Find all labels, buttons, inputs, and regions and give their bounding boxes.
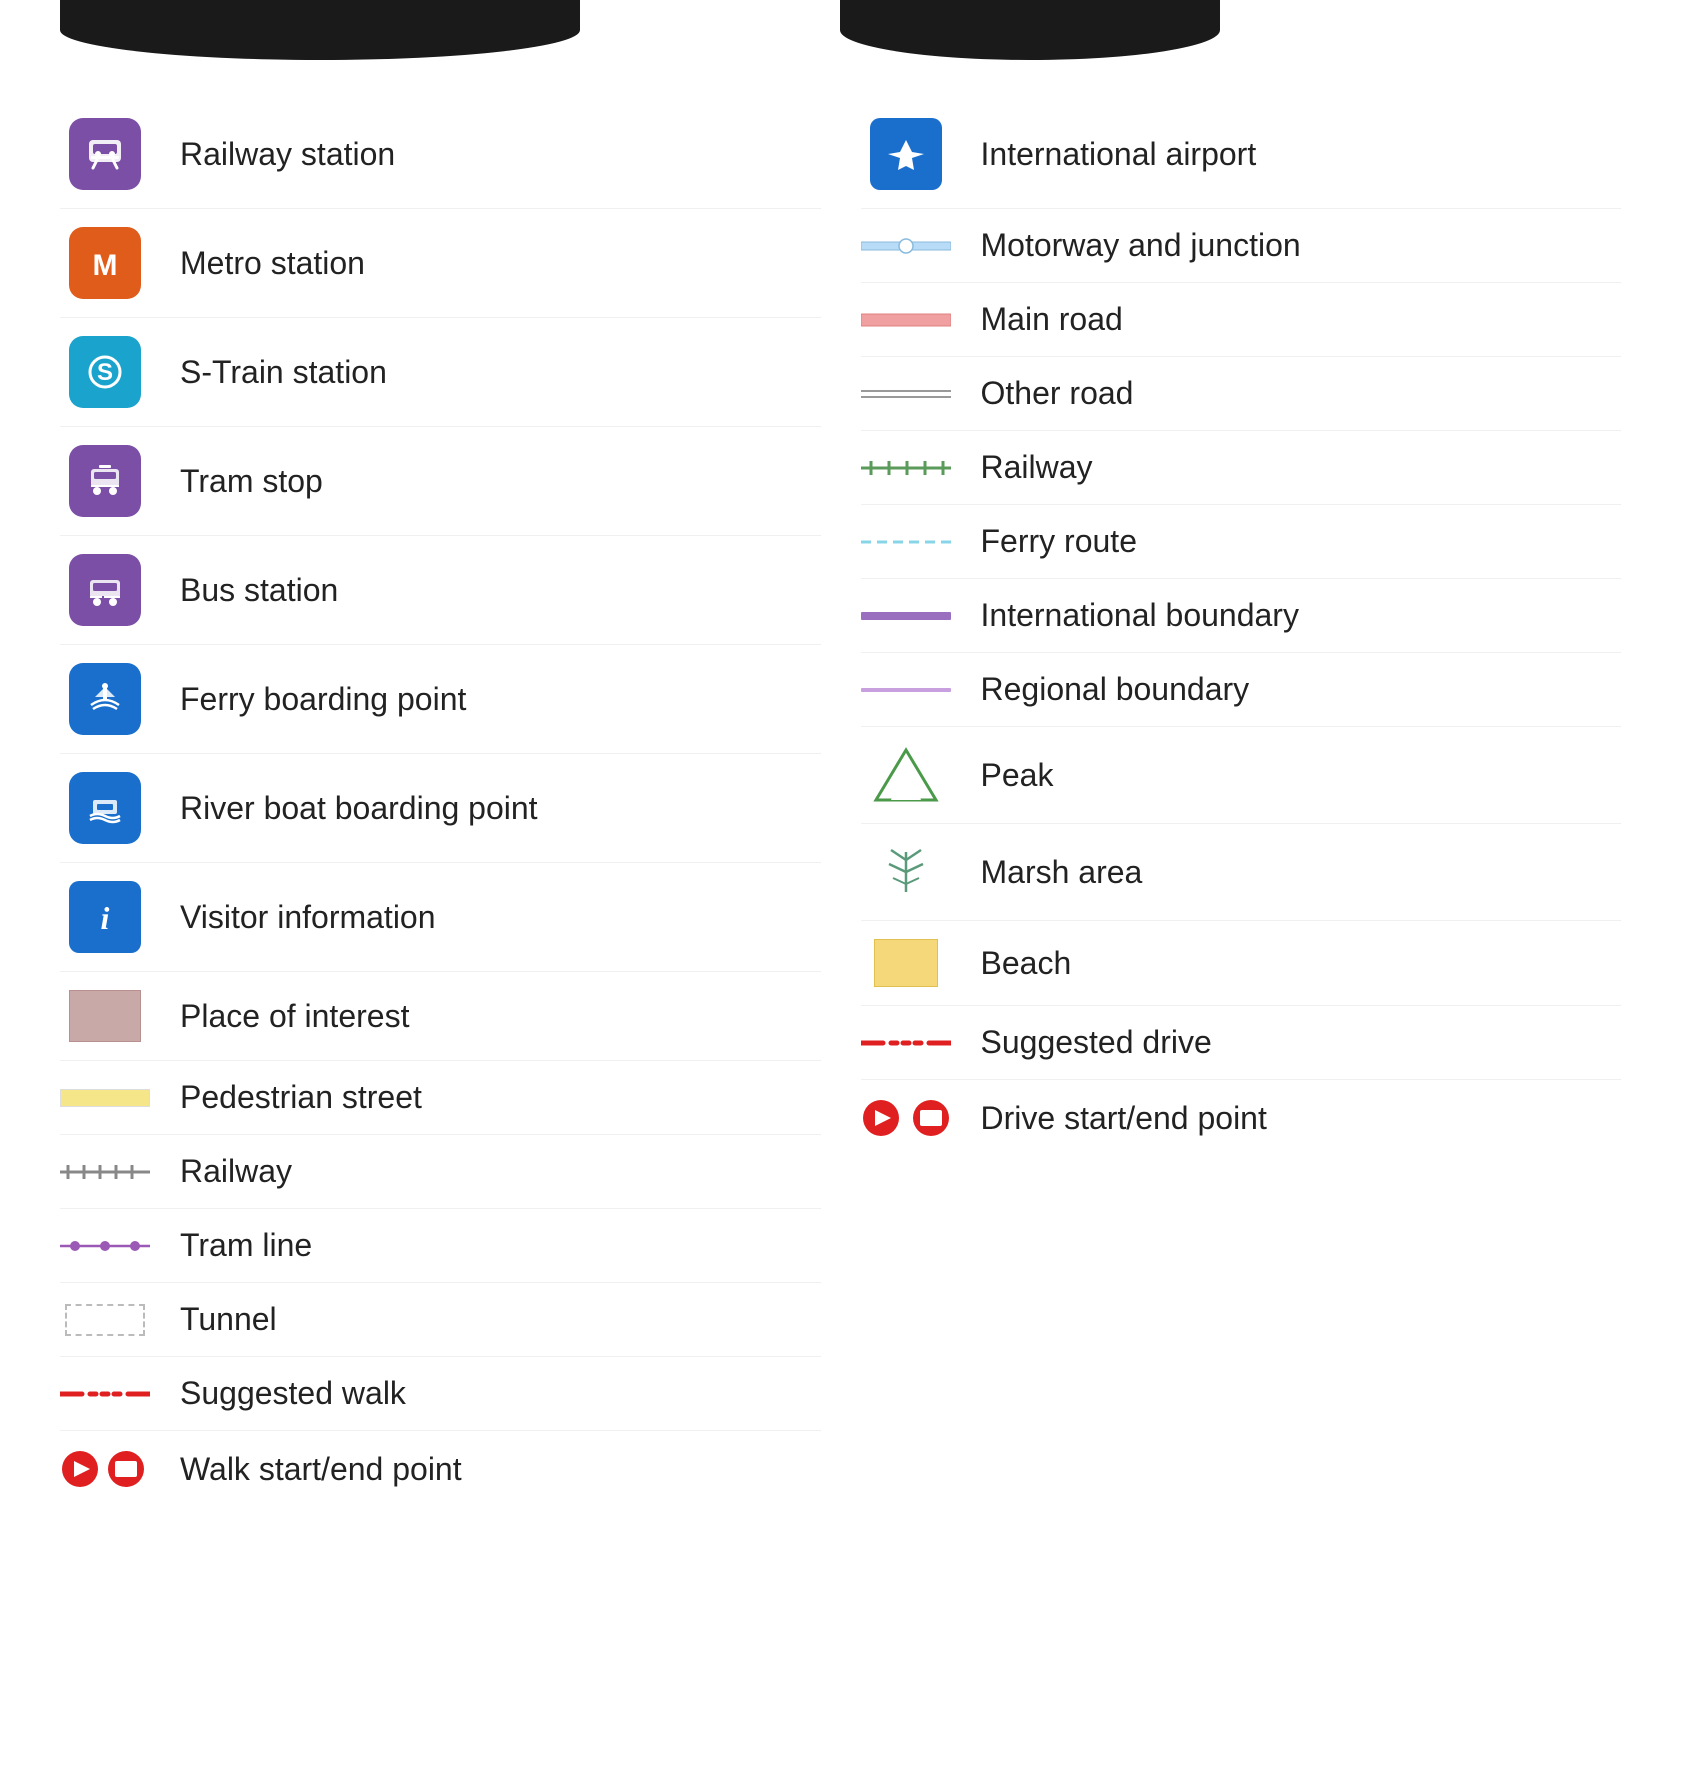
motorway-icon xyxy=(861,234,951,258)
legend-item-main-road: Main road xyxy=(861,283,1622,357)
intl-airport-icon xyxy=(861,118,951,190)
ferry-route-icon xyxy=(861,532,951,552)
legend-item-other-road: Other road xyxy=(861,357,1622,431)
beach-icon xyxy=(861,939,951,987)
railway-right-label: Railway xyxy=(981,449,1093,486)
legend-item-ferry-boarding: Ferry boarding point xyxy=(60,645,821,754)
pedestrian-street-label: Pedestrian street xyxy=(180,1079,422,1116)
legend-item-tunnel: Tunnel xyxy=(60,1283,821,1357)
visitor-info-label: Visitor information xyxy=(180,899,436,936)
banner-left xyxy=(60,0,580,60)
banner-right xyxy=(840,0,1220,60)
intl-boundary-icon xyxy=(861,606,951,626)
other-road-icon xyxy=(861,384,951,404)
legend-item-marsh-area: Marsh area xyxy=(861,824,1622,921)
river-boat-icon xyxy=(60,772,150,844)
legend-item-beach: Beach xyxy=(861,921,1622,1006)
top-banners xyxy=(0,0,1681,80)
walk-start-end-label: Walk start/end point xyxy=(180,1451,462,1488)
svg-text:i: i xyxy=(101,900,110,936)
tram-stop-label: Tram stop xyxy=(180,463,323,500)
legend-item-tram-stop: Tram stop xyxy=(60,427,821,536)
legend-item-ferry-route: Ferry route xyxy=(861,505,1622,579)
legend-item-suggested-drive: Suggested drive xyxy=(861,1006,1622,1080)
legend-item-bus-station: Bus station xyxy=(60,536,821,645)
legend-item-intl-boundary: International boundary xyxy=(861,579,1622,653)
tunnel-label: Tunnel xyxy=(180,1301,277,1338)
tunnel-icon xyxy=(60,1304,150,1336)
suggested-walk-icon xyxy=(60,1384,150,1404)
tram-line-icon xyxy=(60,1236,150,1256)
legend-item-motorway: Motorway and junction xyxy=(861,209,1622,283)
main-road-label: Main road xyxy=(981,301,1123,338)
left-column: Railway station M Metro station S xyxy=(60,100,821,1507)
legend-item-suggested-walk: Suggested walk xyxy=(60,1357,821,1431)
legend-item-tram-line: Tram line xyxy=(60,1209,821,1283)
ferry-boarding-label: Ferry boarding point xyxy=(180,681,466,718)
intl-airport-label: International airport xyxy=(981,136,1257,173)
strain-station-icon: S xyxy=(60,336,150,408)
strain-station-label: S-Train station xyxy=(180,354,387,391)
legend-item-intl-airport: International airport xyxy=(861,100,1622,209)
railway-line-label: Railway xyxy=(180,1153,292,1190)
legend-item-river-boat: River boat boarding point xyxy=(60,754,821,863)
ferry-boarding-icon xyxy=(60,663,150,735)
main-road-icon xyxy=(861,310,951,330)
svg-text:S: S xyxy=(97,359,113,386)
intl-boundary-label: International boundary xyxy=(981,597,1299,634)
bus-station-label: Bus station xyxy=(180,572,338,609)
legend-item-railway-station: Railway station xyxy=(60,100,821,209)
peak-icon xyxy=(861,745,951,805)
legend-item-place-of-interest: Place of interest xyxy=(60,972,821,1061)
motorway-label: Motorway and junction xyxy=(981,227,1301,264)
metro-station-icon: M xyxy=(60,227,150,299)
legend-item-railway-line: Railway xyxy=(60,1135,821,1209)
marsh-area-label: Marsh area xyxy=(981,854,1143,891)
suggested-drive-label: Suggested drive xyxy=(981,1024,1212,1061)
other-road-label: Other road xyxy=(981,375,1134,412)
regional-boundary-label: Regional boundary xyxy=(981,671,1250,708)
legend-item-drive-start-end: Drive start/end point xyxy=(861,1080,1622,1156)
suggested-drive-icon xyxy=(861,1033,951,1053)
legend-item-strain-station: S S-Train station xyxy=(60,318,821,427)
place-of-interest-icon xyxy=(60,990,150,1042)
legend-item-pedestrian-street: Pedestrian street xyxy=(60,1061,821,1135)
legend-item-regional-boundary: Regional boundary xyxy=(861,653,1622,727)
bus-station-icon xyxy=(60,554,150,626)
metro-station-label: Metro station xyxy=(180,245,365,282)
railway-right-icon xyxy=(861,458,951,478)
visitor-info-icon: i xyxy=(60,881,150,953)
legend-item-peak: Peak xyxy=(861,727,1622,824)
legend-item-metro-station: M Metro station xyxy=(60,209,821,318)
railway-line-icon xyxy=(60,1162,150,1182)
right-column: International airport Motorway and junct… xyxy=(861,100,1622,1507)
marsh-area-icon xyxy=(861,842,951,902)
suggested-walk-label: Suggested walk xyxy=(180,1375,406,1412)
railway-station-label: Railway station xyxy=(180,136,395,173)
place-of-interest-label: Place of interest xyxy=(180,998,409,1035)
beach-label: Beach xyxy=(981,945,1072,982)
legend-item-railway-right: Railway xyxy=(861,431,1622,505)
svg-text:M: M xyxy=(93,249,118,282)
peak-label: Peak xyxy=(981,757,1054,794)
tram-line-label: Tram line xyxy=(180,1227,312,1264)
walk-start-end-icon xyxy=(60,1449,150,1489)
tram-stop-icon xyxy=(60,445,150,517)
regional-boundary-icon xyxy=(861,680,951,700)
drive-start-end-icon xyxy=(861,1098,951,1138)
legend-item-visitor-info: i Visitor information xyxy=(60,863,821,972)
main-content: Railway station M Metro station S xyxy=(0,80,1681,1547)
ferry-route-label: Ferry route xyxy=(981,523,1137,560)
pedestrian-street-icon xyxy=(60,1089,150,1107)
drive-start-end-label: Drive start/end point xyxy=(981,1100,1267,1137)
legend-item-walk-start-end: Walk start/end point xyxy=(60,1431,821,1507)
river-boat-label: River boat boarding point xyxy=(180,790,538,827)
railway-station-icon xyxy=(60,118,150,190)
